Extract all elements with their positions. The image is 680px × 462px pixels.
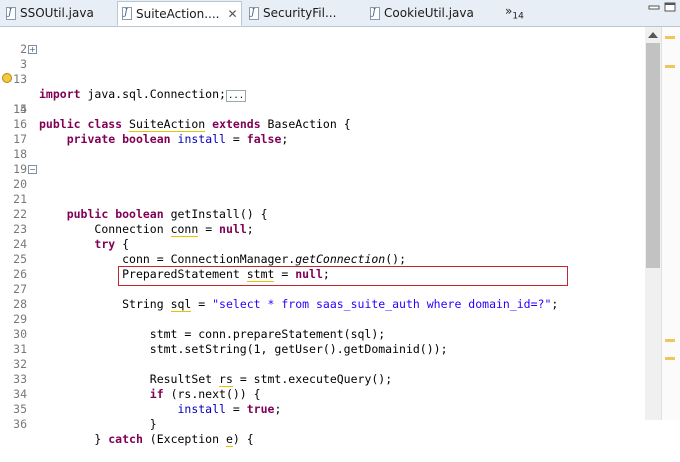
editor-tab-bar: J SSOUtil.java J SuiteAction.... ✕ J Sec… <box>0 0 680 27</box>
tab-suiteaction[interactable]: J SuiteAction.... ✕ <box>117 1 242 26</box>
code-line: 2 <box>0 27 645 56</box>
minimize-icon[interactable] <box>648 2 660 12</box>
code-line: 14 public class SuiteAction extends Base… <box>0 72 645 132</box>
keyword: catch <box>108 432 143 446</box>
highlight-annotation-box <box>118 266 568 286</box>
code-line: 18 <box>0 132 645 161</box>
code-line: 15 <box>0 87 645 116</box>
tab-label: SecurityFil... <box>263 6 337 20</box>
code-line: 33 if (rs.next()) { <box>0 357 645 401</box>
code-editor[interactable]: 2 3 + import java.sql.Connection;... 13 … <box>0 27 645 447</box>
code-line: 20 − public boolean getInstall() { <box>0 162 645 221</box>
java-file-icon: J <box>122 7 132 20</box>
java-file-icon: J <box>6 6 16 20</box>
code-line: 23 try { <box>0 207 645 251</box>
expand-fold-icon[interactable]: + <box>28 45 37 54</box>
warning-mark[interactable] <box>665 36 675 39</box>
code-line: 3 + import java.sql.Connection;... <box>0 42 645 102</box>
code-line: 32 ResultSet rs = stmt.executeQuery(); <box>0 342 645 387</box>
java-file-icon: J <box>370 6 380 20</box>
tab-label: CookieUtil.java <box>384 6 474 20</box>
warning-mark[interactable] <box>665 65 675 68</box>
scroll-up-arrow-icon[interactable] <box>648 32 658 38</box>
collapse-fold-icon[interactable]: − <box>28 165 37 174</box>
warning-marker-icon[interactable] <box>2 73 12 83</box>
tab-securityfilter[interactable]: J SecurityFil... <box>245 2 363 24</box>
overview-ruler[interactable] <box>661 27 680 420</box>
code-line: 22 Connection conn = null; <box>0 192 645 237</box>
code-text: (Exception <box>142 432 226 446</box>
tab-cookieutil[interactable]: J CookieUtil.java <box>366 2 501 24</box>
code-line: 29 stmt = conn.prepareStatement(sql); <box>0 297 645 341</box>
warning-mark[interactable] <box>665 339 675 342</box>
close-icon[interactable]: ✕ <box>227 7 237 21</box>
maximize-icon[interactable] <box>664 2 676 12</box>
line-number: 36 <box>13 417 27 431</box>
code-text: ) { <box>232 432 254 446</box>
code-line: 21 <box>0 177 645 206</box>
code-line: 35 } <box>0 387 645 431</box>
code-line: 34 install = true; <box>0 372 645 416</box>
java-file-icon: J <box>249 6 259 20</box>
tab-ssoutil[interactable]: J SSOUtil.java <box>2 2 114 24</box>
warning-mark[interactable] <box>665 357 675 360</box>
code-line: 30 stmt.setString(1, getUser().getDomain… <box>0 312 645 356</box>
vertical-scrollbar[interactable] <box>645 27 661 420</box>
hidden-tab-count: 14 <box>512 11 524 22</box>
variable-name: e <box>225 432 233 447</box>
tab-label: SSOUtil.java <box>20 6 94 20</box>
code-line: 36 } catch (Exception e) { <box>0 402 645 447</box>
code-line: 19 <box>0 147 645 176</box>
code-line: 17 <box>0 117 645 146</box>
code-text: } <box>149 417 157 431</box>
scrollbar-thumb[interactable] <box>646 43 660 268</box>
code-line: 13 <box>0 57 645 86</box>
code-line: 24 conn = ConnectionManager.getConnectio… <box>0 222 645 266</box>
code-text: } <box>94 432 109 446</box>
code-line: 26 <box>0 252 645 281</box>
tab-label: SuiteAction.... <box>136 6 220 21</box>
code-line: 16 private boolean install = false; <box>0 102 645 146</box>
code-line: 31 <box>0 327 645 356</box>
code-line: 25 PreparedStatement stmt = null; <box>0 237 645 282</box>
tab-overflow-button[interactable]: »14 <box>505 4 524 21</box>
